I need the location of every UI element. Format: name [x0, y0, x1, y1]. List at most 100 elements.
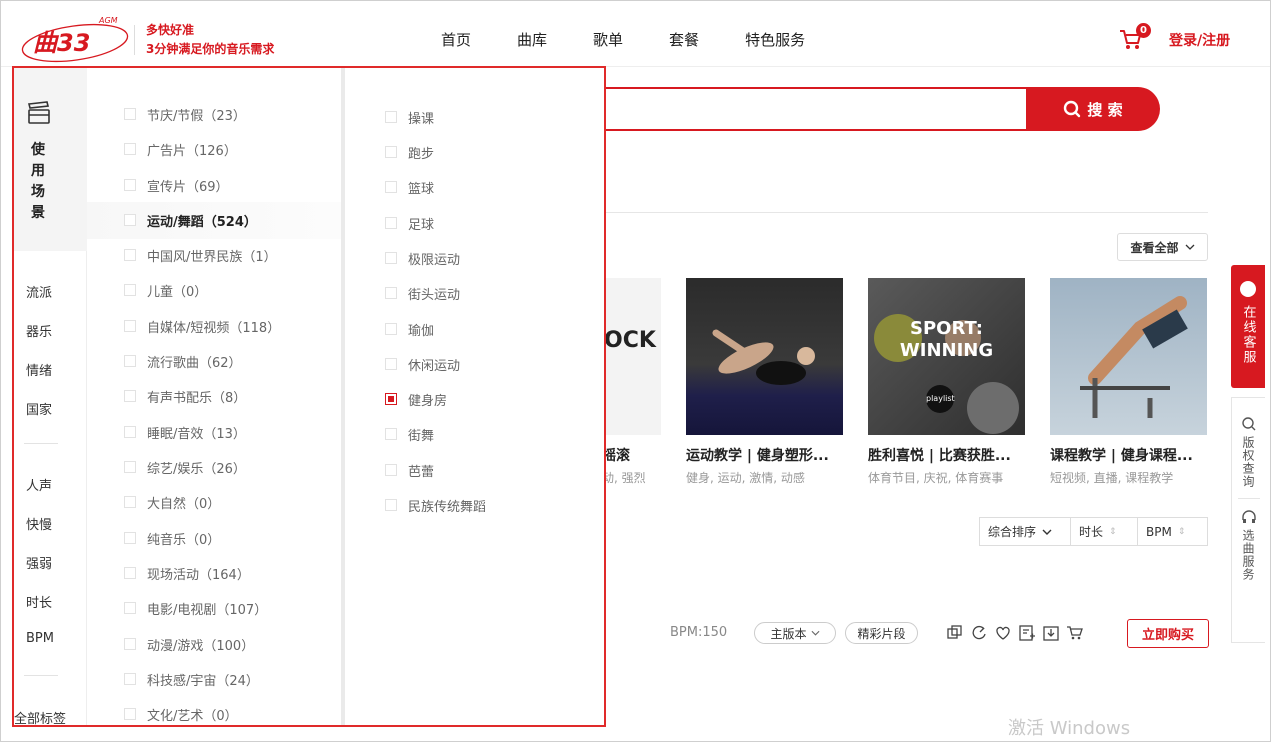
- option-item[interactable]: 综艺/娱乐（26）: [124, 458, 246, 477]
- sub-option-item[interactable]: 街头运动: [385, 284, 460, 303]
- sub-option-item[interactable]: 瑜伽: [385, 320, 434, 339]
- login-register-link[interactable]: 登录/注册: [1169, 30, 1230, 50]
- pick-music-service-button[interactable]: 选曲服务: [1240, 509, 1257, 581]
- sub-option-checkbox[interactable]: [385, 323, 397, 335]
- sub-option-checkbox[interactable]: [385, 428, 397, 440]
- sub-option-checkbox[interactable]: [385, 358, 397, 370]
- option-checkbox[interactable]: [124, 390, 136, 402]
- option-item[interactable]: 大自然（0）: [124, 493, 220, 512]
- playlist-card[interactable]: 运动教学 | 健身塑形... 健身, 运动, 激情, 动感: [686, 278, 843, 486]
- option-item-active[interactable]: 运动/舞蹈（524）: [124, 211, 257, 230]
- heart-icon[interactable]: [994, 624, 1012, 642]
- category-country[interactable]: 国家: [26, 399, 52, 418]
- nav-packages[interactable]: 套餐: [669, 29, 699, 50]
- playlist-card[interactable]: 课程教学 | 健身课程... 短视频, 直播, 课程教学: [1050, 278, 1207, 486]
- option-item[interactable]: 纯音乐（0）: [124, 529, 220, 548]
- option-checkbox[interactable]: [124, 708, 136, 720]
- sub-option-item[interactable]: 街舞: [385, 425, 434, 444]
- sub-option-checkbox-checked[interactable]: [385, 393, 397, 405]
- option-checkbox[interactable]: [124, 638, 136, 650]
- sub-option-checkbox[interactable]: [385, 464, 397, 476]
- option-item[interactable]: 宣传片（69）: [124, 176, 229, 195]
- category-intensity[interactable]: 强弱: [26, 553, 52, 572]
- category-duration[interactable]: 时长: [26, 592, 52, 611]
- playlist-thumbnail[interactable]: [1050, 278, 1207, 435]
- option-item[interactable]: 文化/艺术（0）: [124, 705, 238, 724]
- sub-option-checkbox[interactable]: [385, 287, 397, 299]
- sub-option-item[interactable]: 篮球: [385, 178, 434, 197]
- option-item[interactable]: 儿童（0）: [124, 281, 207, 300]
- option-item[interactable]: 睡眠/音效（13）: [124, 423, 246, 442]
- playlist-title[interactable]: 胜利喜悦 | 比赛获胜...: [868, 445, 1025, 465]
- playlist-thumbnail[interactable]: [686, 278, 843, 435]
- sub-option-item[interactable]: 民族传统舞蹈: [385, 496, 486, 515]
- option-checkbox[interactable]: [124, 143, 136, 155]
- sub-option-item[interactable]: 休闲运动: [385, 355, 460, 374]
- playlist-title[interactable]: 课程教学 | 健身课程...: [1050, 445, 1207, 465]
- option-checkbox[interactable]: [124, 426, 136, 438]
- option-checkbox[interactable]: [124, 461, 136, 473]
- sub-option-checkbox[interactable]: [385, 499, 397, 511]
- view-all-button[interactable]: 查看全部: [1117, 233, 1208, 261]
- option-checkbox[interactable]: [124, 567, 136, 579]
- option-item[interactable]: 自媒体/短视频（118）: [124, 317, 280, 336]
- option-item[interactable]: 电影/电视剧（107）: [124, 599, 267, 618]
- sub-option-item[interactable]: 操课: [385, 108, 434, 127]
- sub-option-checkbox[interactable]: [385, 181, 397, 193]
- playlist-title[interactable]: 运动教学 | 健身塑形...: [686, 445, 843, 465]
- category-genre[interactable]: 流派: [26, 282, 52, 301]
- nav-playlists[interactable]: 歌单: [593, 29, 623, 50]
- sub-option-item[interactable]: 足球: [385, 214, 434, 233]
- playlist-thumbnail[interactable]: SPORT: WINNING playlist: [868, 278, 1025, 435]
- option-checkbox[interactable]: [124, 179, 136, 191]
- option-item[interactable]: 中国风/世界民族（1）: [124, 246, 277, 265]
- option-checkbox[interactable]: [124, 249, 136, 261]
- option-item[interactable]: 现场活动（164）: [124, 564, 250, 583]
- option-checkbox[interactable]: [124, 320, 136, 332]
- option-item[interactable]: 广告片（126）: [124, 140, 237, 159]
- sub-option-item[interactable]: 极限运动: [385, 249, 460, 268]
- online-service-button[interactable]: 在线客服: [1231, 265, 1265, 388]
- option-checkbox[interactable]: [124, 108, 136, 120]
- sub-option-item[interactable]: 跑步: [385, 143, 434, 162]
- option-checkbox[interactable]: [124, 532, 136, 544]
- cart-button[interactable]: 0: [1119, 23, 1153, 51]
- add-to-list-icon[interactable]: [1018, 624, 1036, 642]
- highlight-button[interactable]: 精彩片段: [845, 622, 918, 644]
- sub-option-checkbox[interactable]: [385, 252, 397, 264]
- option-item[interactable]: 有声书配乐（8）: [124, 387, 246, 406]
- sort-overall-select[interactable]: 综合排序: [979, 517, 1071, 546]
- option-checkbox[interactable]: [124, 496, 136, 508]
- category-usage-scene[interactable]: [14, 68, 87, 251]
- search-input[interactable]: [560, 87, 1028, 131]
- copyright-search-button[interactable]: 版权查询: [1240, 416, 1257, 488]
- option-item[interactable]: 科技感/宇宙（24）: [124, 670, 259, 689]
- site-logo[interactable]: 曲33 AGM: [19, 13, 131, 63]
- download-icon[interactable]: [1042, 624, 1060, 642]
- search-button[interactable]: 搜 索: [1026, 87, 1160, 131]
- cart-add-icon[interactable]: [1066, 624, 1084, 642]
- category-mood[interactable]: 情绪: [26, 360, 52, 379]
- nav-special-services[interactable]: 特色服务: [745, 29, 805, 50]
- sub-option-item[interactable]: 芭蕾: [385, 461, 434, 480]
- sort-duration-button[interactable]: 时长 ⇕: [1070, 517, 1138, 546]
- buy-now-button[interactable]: 立即购买: [1127, 619, 1209, 648]
- option-item[interactable]: 流行歌曲（62）: [124, 352, 242, 371]
- sub-option-item-checked[interactable]: 健身房: [385, 390, 447, 409]
- category-bpm[interactable]: BPM: [26, 631, 54, 646]
- category-instrument[interactable]: 器乐: [26, 321, 52, 340]
- sub-option-checkbox[interactable]: [385, 111, 397, 123]
- option-checkbox[interactable]: [124, 214, 136, 226]
- option-item[interactable]: 动漫/游戏（100）: [124, 635, 254, 654]
- option-checkbox[interactable]: [124, 673, 136, 685]
- share-icon[interactable]: [970, 624, 988, 642]
- option-checkbox[interactable]: [124, 602, 136, 614]
- option-item[interactable]: 节庆/节假（23）: [124, 105, 246, 124]
- option-checkbox[interactable]: [124, 284, 136, 296]
- sub-option-checkbox[interactable]: [385, 217, 397, 229]
- sort-bpm-button[interactable]: BPM ⇕: [1137, 517, 1208, 546]
- option-checkbox[interactable]: [124, 355, 136, 367]
- version-select[interactable]: 主版本: [754, 622, 836, 644]
- category-tempo[interactable]: 快慢: [26, 514, 52, 533]
- category-vocal[interactable]: 人声: [26, 475, 52, 494]
